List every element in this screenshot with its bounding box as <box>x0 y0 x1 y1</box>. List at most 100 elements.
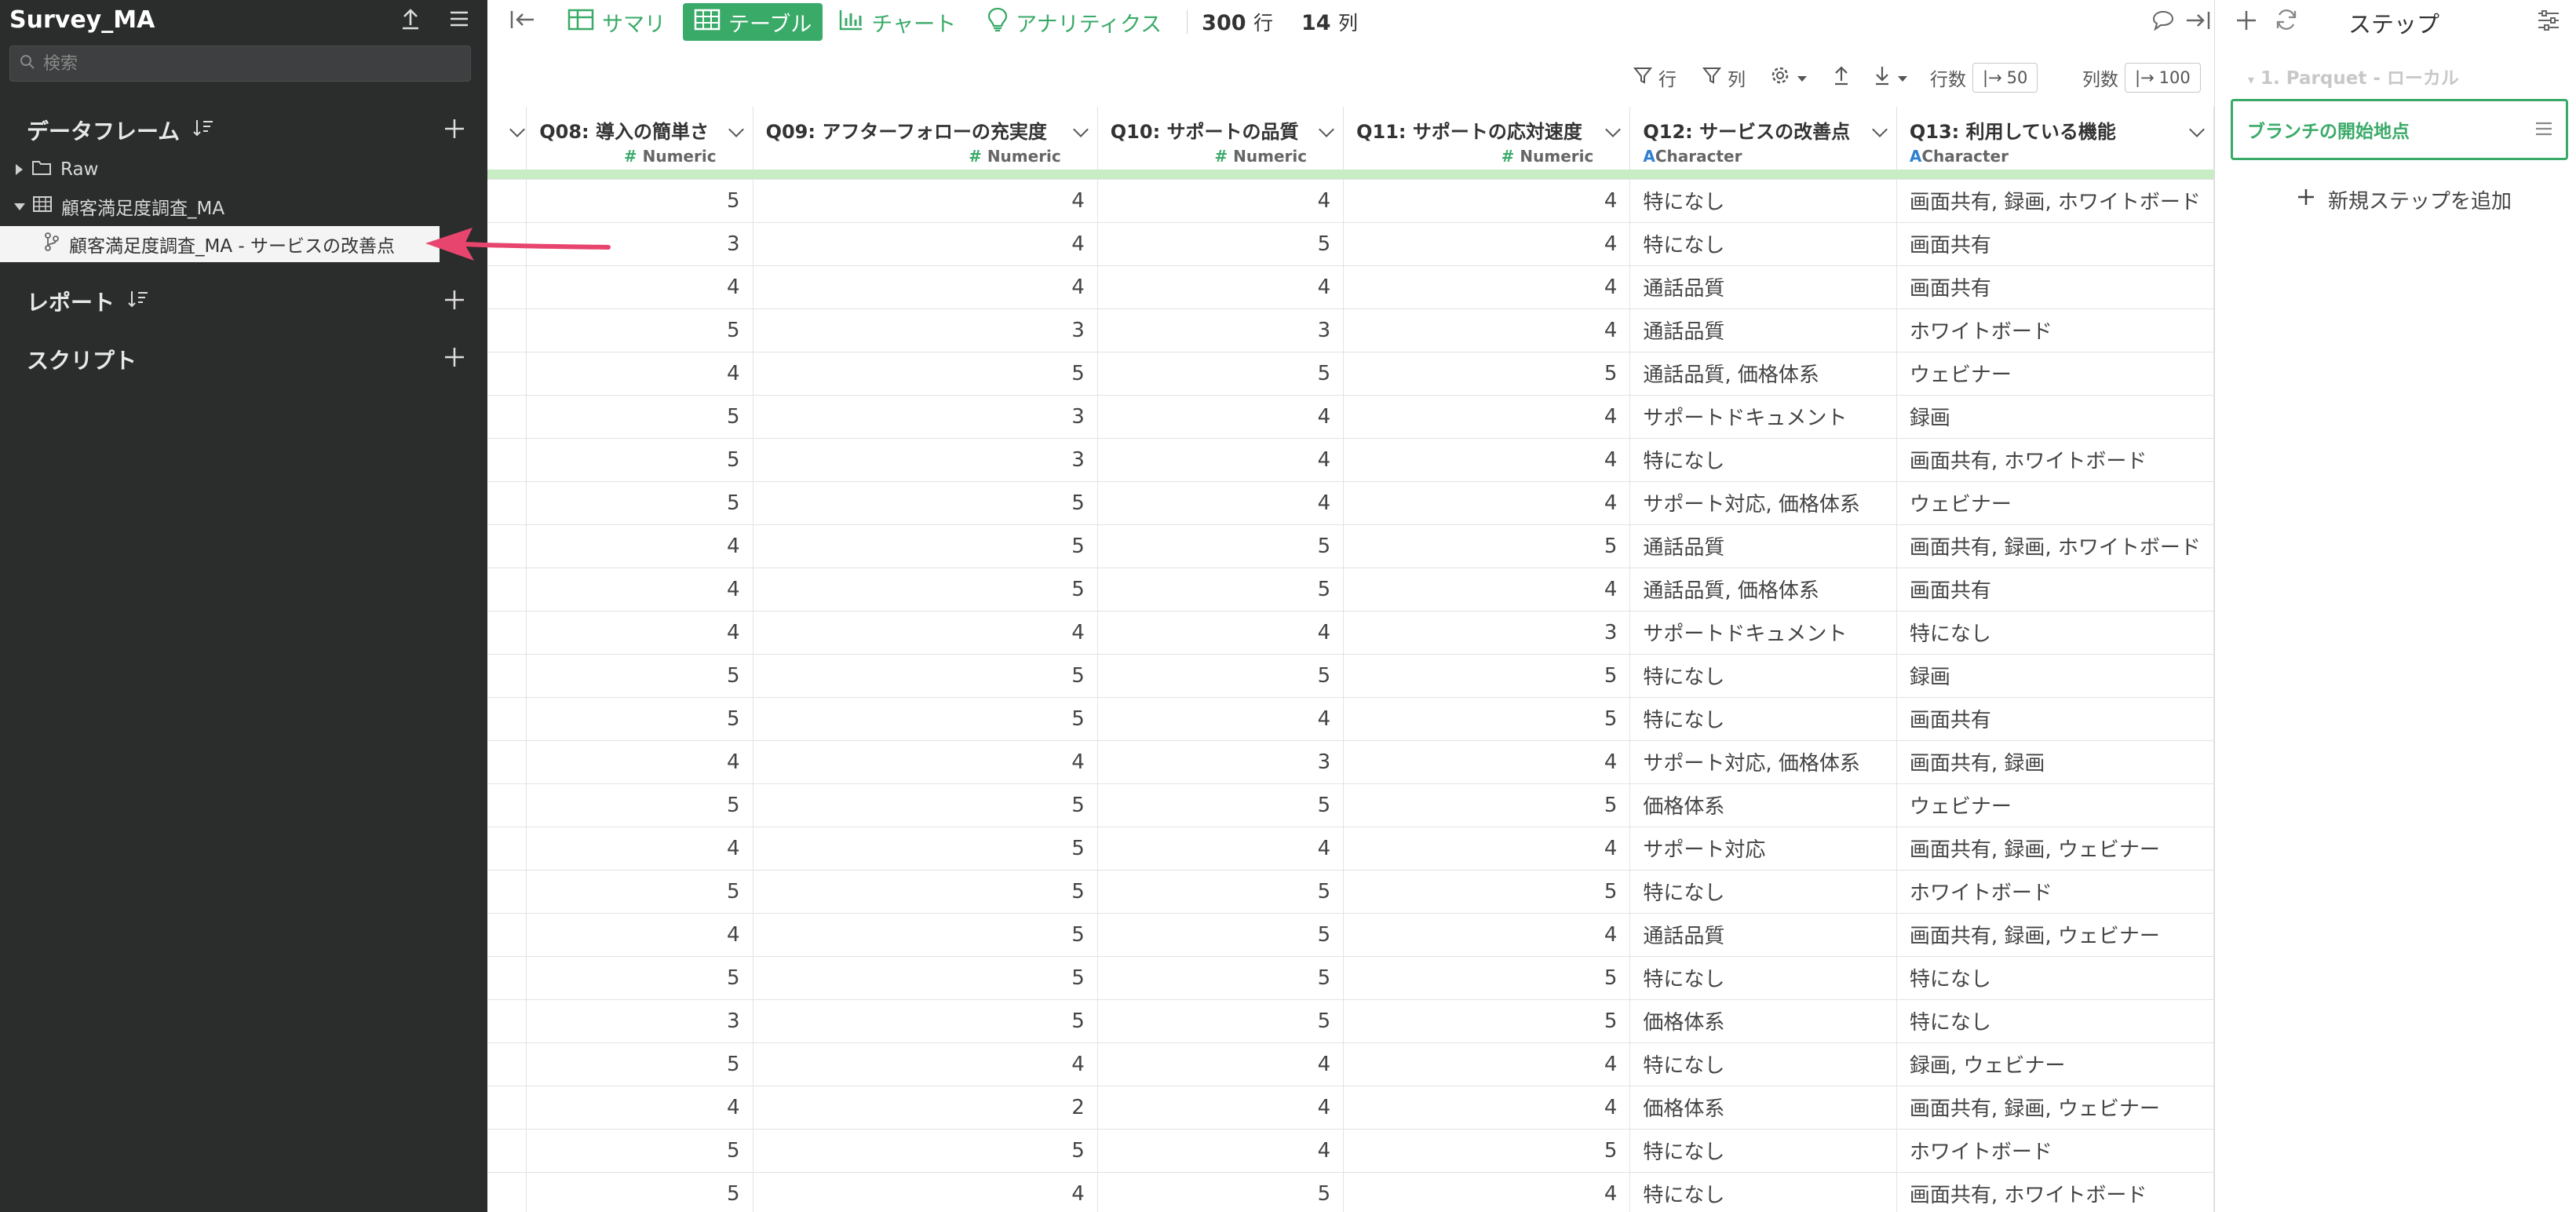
table-cell[interactable]: 5 <box>526 438 753 482</box>
table-row[interactable]: 4 5 5 5 通話品質, 価格体系 ウェビナー <box>487 352 2214 396</box>
settings-dropdown[interactable] <box>1770 60 1808 96</box>
table-cell[interactable]: 通話品質 <box>1629 524 1897 568</box>
table-cell[interactable]: 5 <box>526 179 753 223</box>
table-row[interactable]: 5 5 4 5 特になし 画面共有 <box>487 697 2214 741</box>
table-row[interactable]: 5 3 4 4 サポートドキュメント 録画 <box>487 395 2214 439</box>
table-row[interactable]: 4 4 4 3 サポートドキュメント 特になし <box>487 611 2214 655</box>
table-cell[interactable]: 4 <box>1343 395 1631 439</box>
table-cell[interactable]: 5 <box>1097 870 1345 914</box>
tree-item-dataframe[interactable]: 顧客満足度調査_MA <box>0 188 487 225</box>
table-cell[interactable]: 5 <box>1343 1129 1631 1173</box>
table-cell[interactable]: 5 <box>526 395 753 439</box>
table-cell[interactable]: 4 <box>1343 1172 1631 1212</box>
table-cell[interactable]: 画面共有 <box>1896 568 2214 611</box>
tab-summary[interactable]: サマリ <box>556 3 677 41</box>
table-cell[interactable]: 4 <box>526 611 753 655</box>
table-row[interactable]: 5 5 4 5 特になし ホワイトボード <box>487 1129 2214 1173</box>
table-cell[interactable]: 4 <box>526 827 753 871</box>
table-cell[interactable]: 5 <box>526 697 753 741</box>
table-cell[interactable]: 4 <box>753 611 1098 655</box>
table-cell[interactable]: 画面共有, 録画, ウェビナー <box>1896 1086 2214 1130</box>
table-cell[interactable]: 5 <box>526 870 753 914</box>
table-cell[interactable]: 4 <box>1343 913 1631 957</box>
sort-icon[interactable] <box>192 118 214 144</box>
table-cell[interactable]: 通話品質, 価格体系 <box>1629 568 1897 611</box>
table-cell[interactable]: 通話品質, 価格体系 <box>1629 352 1897 396</box>
table-cell[interactable]: 特になし <box>1629 222 1897 266</box>
table-cell[interactable]: 画面共有, 録画, ホワイトボード <box>1896 524 2214 568</box>
table-cell[interactable]: 5 <box>1097 352 1345 396</box>
column-filter-button[interactable]: 列 <box>1702 60 1746 96</box>
table-cell[interactable]: ウェビナー <box>1896 783 2214 827</box>
column-header-q12[interactable]: Q12: サービスの改善点 ACharacter <box>1629 107 1897 170</box>
table-cell[interactable]: 録画 <box>1896 395 2214 439</box>
expand-arrow-icon[interactable] <box>16 164 23 175</box>
table-row[interactable]: 4 2 4 4 価格体系 画面共有, 録画, ウェビナー <box>487 1086 2214 1130</box>
table-row[interactable]: 5 5 5 5 特になし ホワイトボード <box>487 870 2214 914</box>
tab-analytics[interactable]: アナリティクス <box>976 3 1173 41</box>
table-cell[interactable]: 3 <box>753 308 1098 352</box>
table-cell[interactable]: 画面共有 <box>1896 697 2214 741</box>
table-cell[interactable]: 4 <box>1343 222 1631 266</box>
table-cell[interactable]: 5 <box>753 697 1098 741</box>
table-cell[interactable]: 4 <box>1097 395 1345 439</box>
table-cell[interactable]: 4 <box>1343 1042 1631 1086</box>
table-cell[interactable]: 画面共有, 録画, ウェビナー <box>1896 913 2214 957</box>
table-cell[interactable]: 4 <box>753 265 1098 309</box>
table-row[interactable]: 3 4 5 4 特になし 画面共有 <box>487 222 2214 266</box>
table-cell[interactable]: 4 <box>526 1086 753 1130</box>
settings-sliders-icon[interactable] <box>2537 9 2560 35</box>
table-cell[interactable]: 5 <box>753 481 1098 525</box>
table-cell[interactable]: 5 <box>526 956 753 1000</box>
table-cell[interactable]: 5 <box>753 1129 1098 1173</box>
table-cell[interactable]: 5 <box>1343 697 1631 741</box>
table-cell[interactable]: 4 <box>1097 179 1345 223</box>
table-cell[interactable]: 5 <box>526 481 753 525</box>
table-cell[interactable]: 5 <box>753 999 1098 1043</box>
add-icon[interactable] <box>2235 9 2257 35</box>
table-cell[interactable]: ウェビナー <box>1896 352 2214 396</box>
table-cell[interactable]: 5 <box>753 568 1098 611</box>
column-count-input[interactable]: |→ 100 <box>2125 63 2201 93</box>
table-cell[interactable]: 通話品質 <box>1629 308 1897 352</box>
table-cell[interactable]: 4 <box>526 568 753 611</box>
table-cell[interactable]: 3 <box>753 438 1098 482</box>
table-cell[interactable]: 特になし <box>1629 654 1897 698</box>
table-cell[interactable]: 5 <box>1097 913 1345 957</box>
menu-icon[interactable] <box>2534 120 2553 142</box>
table-cell[interactable]: 4 <box>753 1042 1098 1086</box>
table-cell[interactable]: 4 <box>1097 611 1345 655</box>
table-cell[interactable]: 特になし <box>1629 956 1897 1000</box>
table-cell[interactable]: 5 <box>1343 524 1631 568</box>
table-cell[interactable]: 5 <box>1343 352 1631 396</box>
table-cell[interactable]: 5 <box>1343 956 1631 1000</box>
table-cell[interactable]: 4 <box>526 524 753 568</box>
table-cell[interactable]: 5 <box>526 308 753 352</box>
table-cell[interactable]: 5 <box>1097 222 1345 266</box>
table-cell[interactable]: サポートドキュメント <box>1629 611 1897 655</box>
table-row[interactable]: 5 3 4 4 特になし 画面共有, ホワイトボード <box>487 438 2214 482</box>
download-dropdown[interactable] <box>1874 60 1908 96</box>
collapse-arrow-icon[interactable] <box>14 203 25 210</box>
table-cell[interactable]: 4 <box>526 265 753 309</box>
table-cell[interactable]: 4 <box>753 179 1098 223</box>
add-script-button[interactable] <box>443 346 465 368</box>
table-row[interactable]: 4 4 3 4 サポート対応, 価格体系 画面共有, 録画 <box>487 740 2214 784</box>
table-row[interactable]: 5 4 4 4 特になし 画面共有, 録画, ホワイトボード <box>487 179 2214 223</box>
table-row[interactable]: 4 5 5 4 通話品質, 価格体系 画面共有 <box>487 568 2214 611</box>
table-row[interactable]: 5 4 4 4 特になし 録画, ウェビナー <box>487 1042 2214 1086</box>
column-header-q11[interactable]: Q11: サポートの応対速度 # Numeric <box>1343 107 1631 170</box>
table-cell[interactable]: サポート対応, 価格体系 <box>1629 740 1897 784</box>
table-cell[interactable]: 5 <box>526 1172 753 1212</box>
table-cell[interactable]: 5 <box>753 654 1098 698</box>
table-cell[interactable]: ウェビナー <box>1896 481 2214 525</box>
tab-table[interactable]: テーブル <box>683 3 823 41</box>
comment-icon[interactable] <box>2151 9 2175 37</box>
table-row[interactable]: 4 5 5 4 通話品質 画面共有, 録画, ウェビナー <box>487 913 2214 957</box>
table-cell[interactable]: 4 <box>1343 568 1631 611</box>
column-header-q13[interactable]: Q13: 利用している機能 ACharacter <box>1896 107 2214 170</box>
table-cell[interactable]: サポートドキュメント <box>1629 395 1897 439</box>
table-row[interactable]: 5 4 5 4 特になし 画面共有, ホワイトボード <box>487 1172 2214 1212</box>
table-cell[interactable]: 3 <box>1097 308 1345 352</box>
table-cell[interactable]: 4 <box>526 740 753 784</box>
